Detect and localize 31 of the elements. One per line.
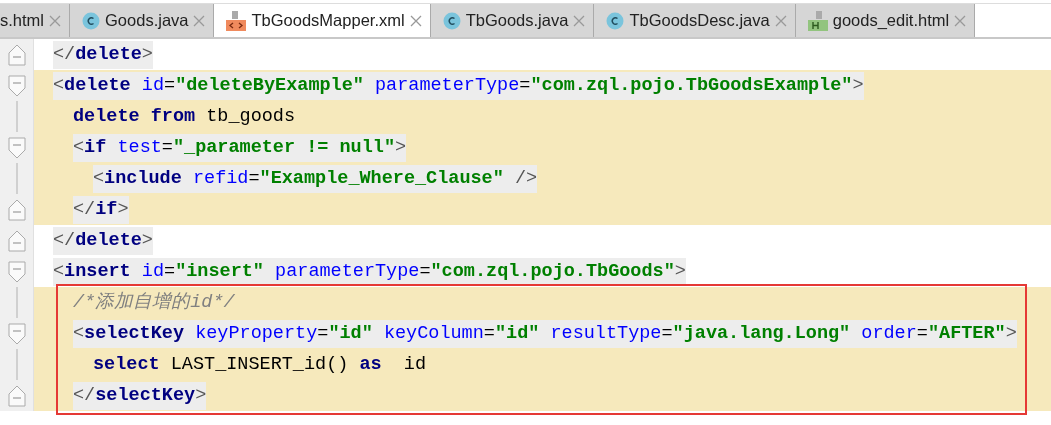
fold-guide-line: [15, 287, 18, 318]
fold-icon: [7, 198, 26, 221]
xml-file-icon: [226, 10, 247, 31]
fold-guide-line: [15, 101, 18, 132]
fold-guide-line: [15, 163, 18, 194]
class-file-icon: [82, 11, 100, 30]
class-file-icon: [442, 11, 461, 30]
editor-tab[interactable]: goods_edit.html: [795, 4, 976, 37]
html-file-icon: [807, 10, 828, 31]
fold-guide-line: [15, 349, 18, 380]
editor-tab[interactable]: TbGoods.java: [430, 4, 595, 37]
close-icon: [954, 14, 967, 27]
fold-icon: [7, 74, 26, 97]
fold-icon: [7, 260, 26, 283]
fold-icon: [7, 43, 26, 66]
close-icon: [774, 14, 787, 27]
fold-icon: [7, 229, 26, 252]
close-icon: [573, 14, 586, 27]
fold-icon: [7, 384, 26, 407]
close-icon: [49, 14, 61, 27]
editor-tab[interactable]: Goods.java: [70, 4, 215, 37]
fold-icon: [7, 136, 26, 159]
fold-icon: [7, 322, 26, 345]
code-line: /*添加自增的id*/: [73, 290, 235, 315]
close-icon: [409, 14, 422, 27]
editor-tab[interactable]: TbGoodsDesc.java: [594, 4, 796, 37]
code-line: select LAST_INSERT_id() as id: [93, 352, 427, 377]
editor-tab[interactable]: s.html: [0, 4, 70, 37]
code-line: delete from tb_goods: [73, 104, 296, 129]
class-file-icon: [606, 11, 625, 30]
close-icon: [193, 14, 206, 27]
